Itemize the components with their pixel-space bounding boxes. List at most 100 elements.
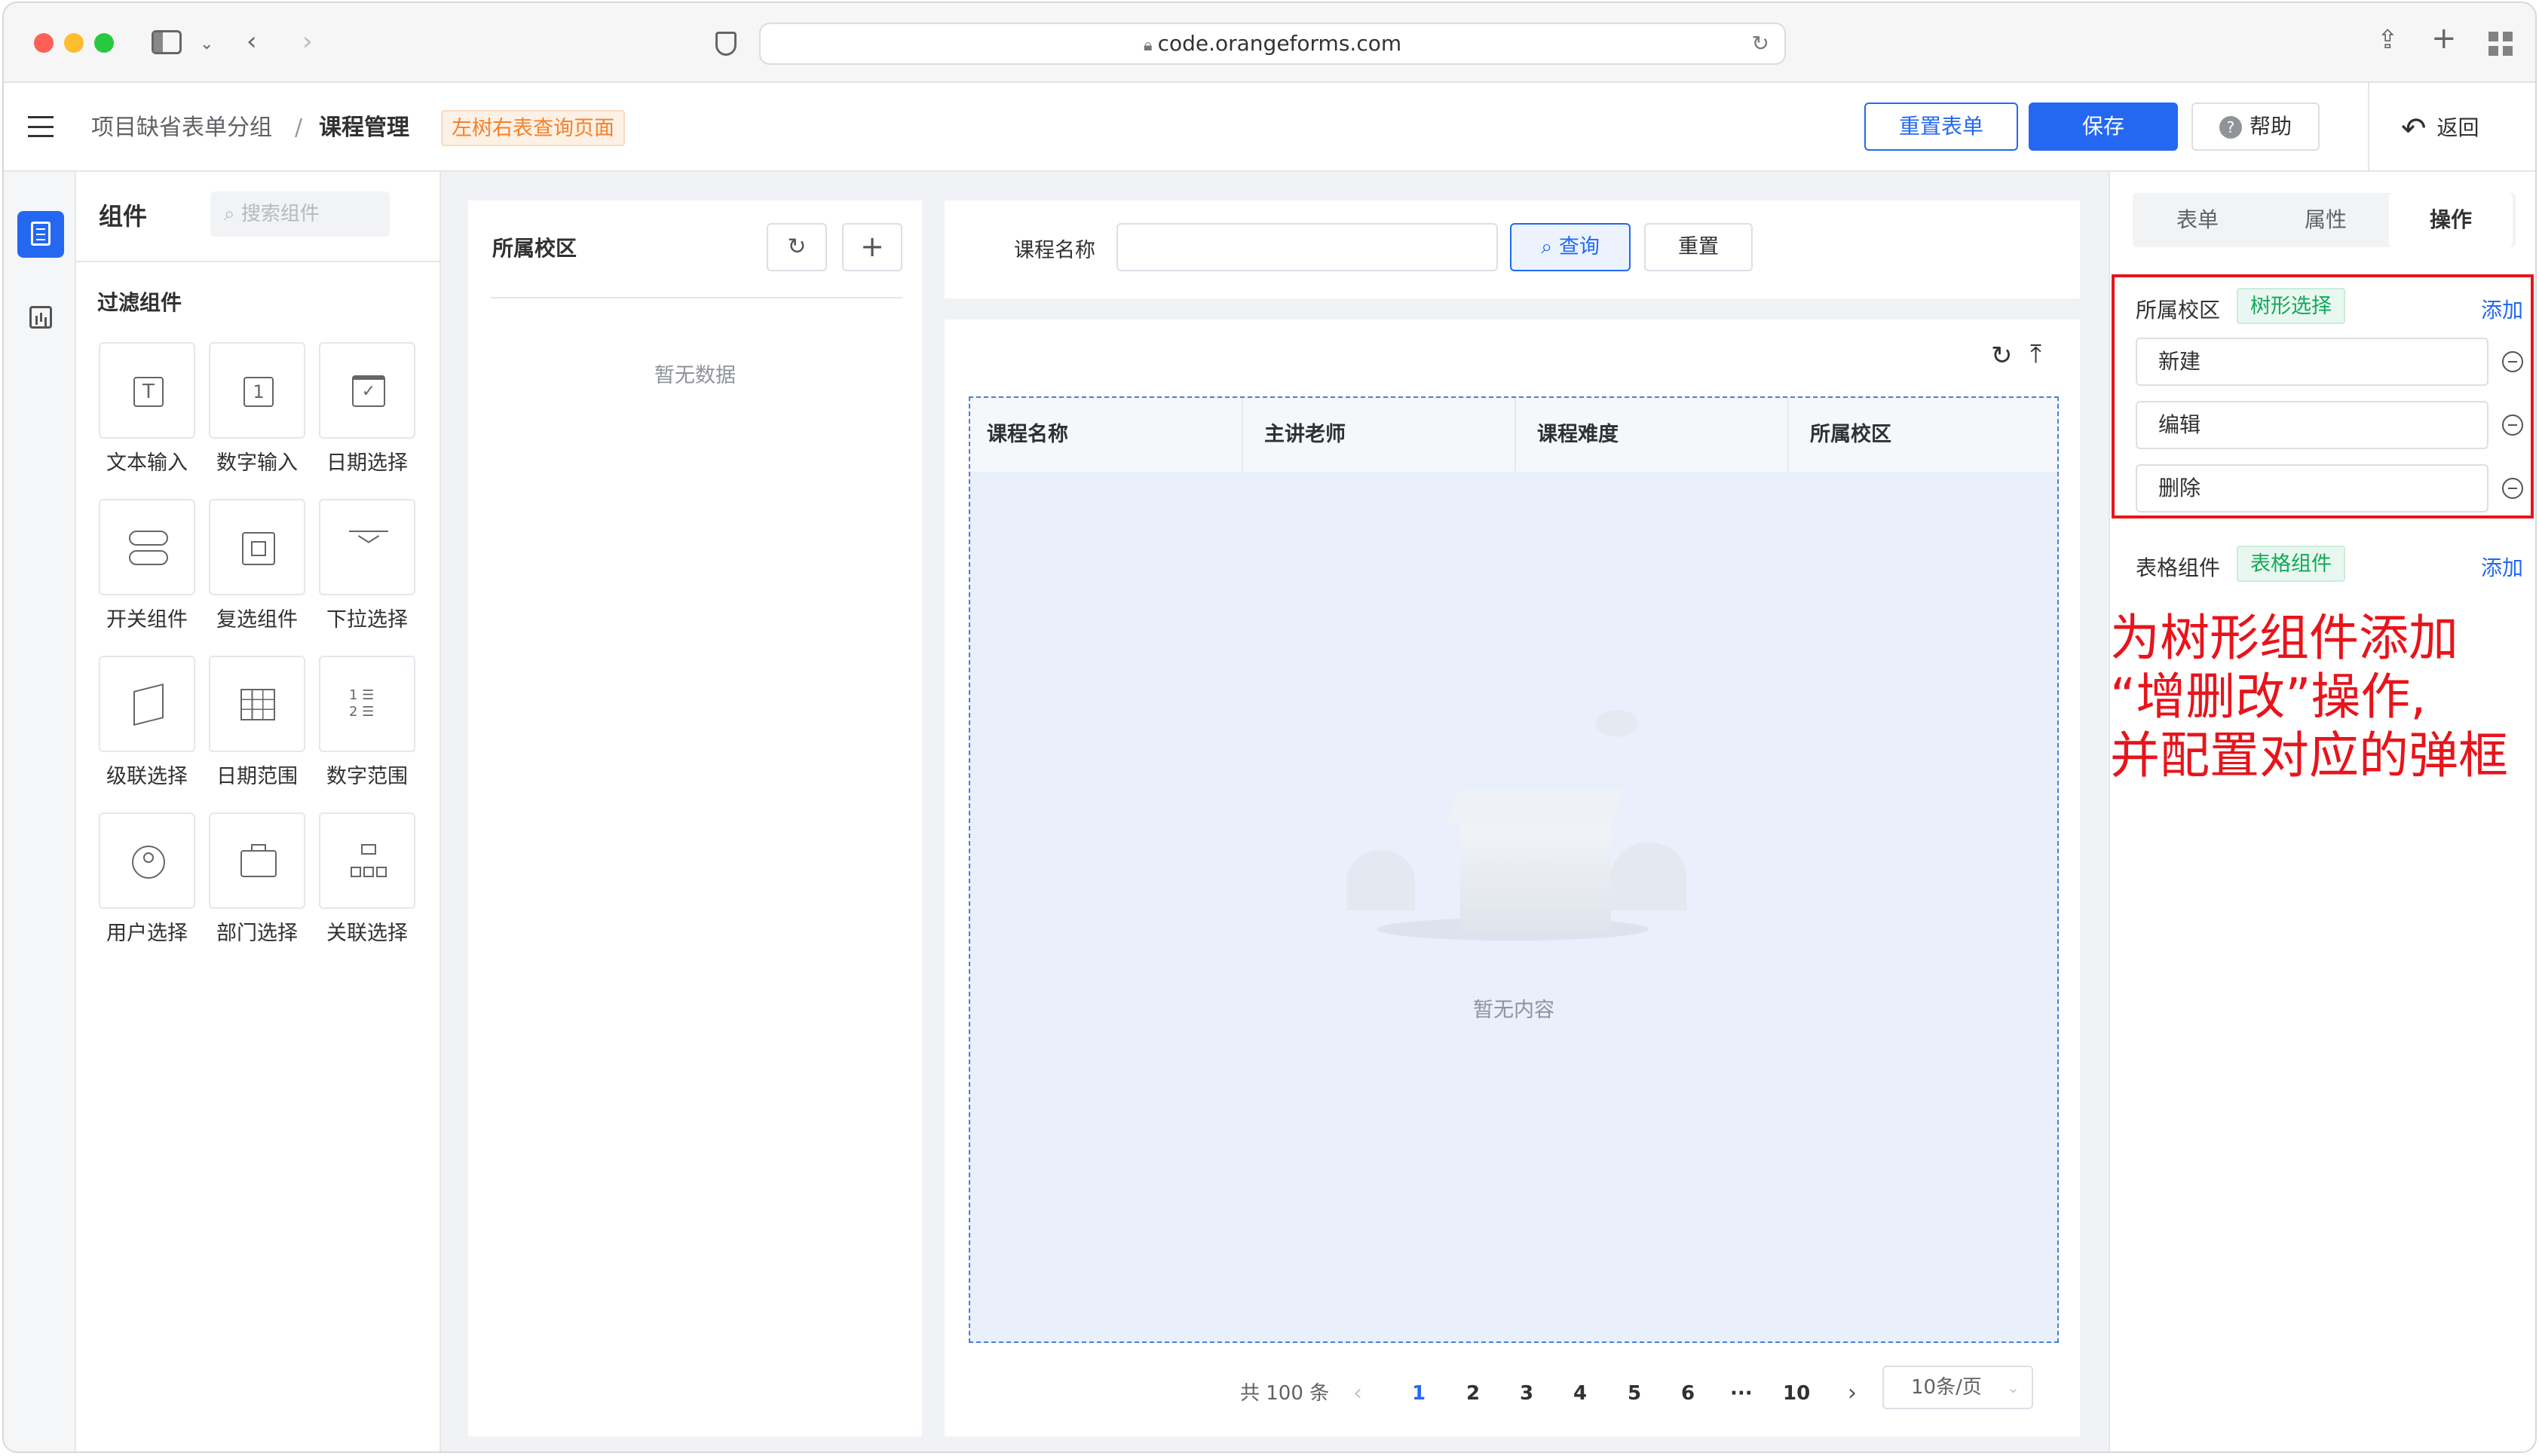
reload-icon[interactable]: ↻ [1752,24,1769,63]
operation-edit[interactable]: 编辑 [2136,401,2488,449]
help-button[interactable]: ? 帮助 [2191,102,2320,151]
date-picker-component[interactable]: ✓ [319,342,415,439]
header-divider [2368,83,2369,170]
pagination-page-3[interactable]: 3 [1520,1378,1533,1409]
number-input-component[interactable]: 1 [209,342,305,439]
pagination-page-10[interactable]: 10 [1783,1378,1810,1409]
chart-components-nav-button[interactable] [17,294,64,341]
share-icon[interactable]: ⇪ [2377,27,2399,53]
remove-circle-icon[interactable] [2502,351,2523,372]
pagination-page-5[interactable]: 5 [1628,1378,1641,1409]
undo-icon: ↶ [2401,112,2427,146]
table-component[interactable]: 课程名称 主讲老师 课程难度 所属校区 暂无内容 [969,396,2059,1343]
reset-button[interactable]: 重置 [1644,223,1753,271]
breadcrumb-current: 课程管理 [319,115,409,141]
operation-delete[interactable]: 删除 [2136,464,2488,512]
tree-divider [491,297,902,298]
breadcrumb-group[interactable]: 项目缺省表单分组 [91,113,272,143]
operation-new[interactable]: 新建 [2136,338,2488,386]
page-size-select[interactable]: 10条/页 ⌄ [1882,1366,2033,1409]
pagination-page-1[interactable]: 1 [1412,1378,1426,1409]
course-name-filter-label: 课程名称 [1014,239,1095,262]
browser-toolbar: ⌄ ‹ › 🔒︎ code.orangeforms.com ↻ ⇪ + [4,3,2535,83]
annotation-line: “增删改”操作, [2110,668,2427,726]
filter-panel: 课程名称 ⌕ 查询 重置 [945,200,2080,298]
app-header: 项目缺省表单分组 / 课程管理 左树右表查询页面 重置表单 保存 ? 帮助 ↶ 返回 [4,83,2535,172]
lock-icon: 🔒︎ [1143,36,1158,55]
component-search-input[interactable]: ⌕ 搜索组件 [210,191,390,237]
reset-form-button[interactable]: 重置表单 [1864,102,2018,151]
zoom-window-button[interactable] [94,33,114,53]
column-header: 所属校区 [1810,423,1891,446]
back-button[interactable]: ↶ 返回 [2401,110,2479,146]
date-range-component[interactable] [209,656,305,752]
component-label: 用户选择 [106,922,188,945]
date-picker-icon: ✓ [352,375,385,407]
minimize-window-button[interactable] [64,33,84,53]
table-empty-text: 暂无内容 [1473,999,1554,1022]
component-label: 文本输入 [106,451,188,475]
tab-form[interactable]: 表单 [2136,193,2259,247]
switch-component[interactable] [99,499,195,595]
annotation-line: 并配置对应的弹框 [2110,726,2508,785]
search-icon: ⌕ [1541,235,1559,258]
course-name-filter-input[interactable] [1116,223,1498,271]
save-button[interactable]: 保存 [2029,102,2178,151]
checkbox-icon [242,532,275,565]
privacy-shield-icon[interactable] [715,32,737,56]
form-components-nav-button[interactable] [17,211,64,258]
tab-overview-icon[interactable] [2488,32,2513,56]
page-size-value: 10条/页 [1911,1376,1982,1399]
pagination-ellipsis[interactable]: ··· [1730,1378,1753,1409]
close-window-button[interactable] [34,33,54,53]
tab-operations[interactable]: 操作 [2389,193,2513,247]
component-label: 复选组件 [216,608,298,632]
forward-arrow-icon[interactable]: › [302,29,313,54]
empty-box-illustration [1325,710,1701,948]
component-label: 数字范围 [326,765,408,788]
relation-select-component[interactable] [319,812,415,909]
chevron-down-icon: ⌄ [2007,1378,2020,1396]
checkbox-component[interactable] [209,499,305,595]
tree-panel[interactable]: 所属校区 ↻ + 暂无数据 [468,200,922,1436]
sidebar-toggle-icon[interactable] [152,30,182,54]
new-tab-icon[interactable]: + [2431,23,2457,54]
query-button[interactable]: ⌕ 查询 [1510,223,1631,271]
dropdown-icon: ﹀ [349,531,388,564]
pagination-next-button[interactable]: › [1848,1378,1857,1409]
document-icon [31,222,51,246]
pagination-prev-button[interactable]: ‹ [1353,1378,1362,1409]
cascader-component[interactable] [99,656,195,752]
text-input-component[interactable]: T [99,342,195,439]
tree-select-tag: 树形选择 [2237,288,2345,324]
tree-add-operation-link[interactable]: 添加 [2481,294,2523,324]
component-label: 关联选择 [326,922,408,945]
back-arrow-icon[interactable]: ‹ [247,29,257,54]
pagination-page-6[interactable]: 6 [1681,1378,1695,1409]
remove-circle-icon[interactable] [2502,478,2523,499]
menu-icon[interactable] [28,116,54,137]
annotation-text: 为树形组件添加 “增删改”操作, 并配置对应的弹框 [2110,609,2535,785]
text-input-icon: T [133,377,164,407]
component-label: 下拉选择 [326,608,408,632]
page-type-tag: 左树右表查询页面 [441,110,625,146]
chevron-down-icon[interactable]: ⌄ [200,32,213,57]
number-range-component[interactable]: 1 ☰ 2 ☰ [319,656,415,752]
tree-refresh-button[interactable]: ↻ [767,223,827,271]
component-label: 数字输入 [216,451,298,475]
column-header: 课程名称 [987,423,1068,446]
dept-select-component[interactable] [209,812,305,909]
remove-circle-icon[interactable] [2502,414,2523,436]
tree-add-button[interactable]: + [842,223,902,271]
export-icon[interactable]: ⤒ [2030,339,2041,369]
dropdown-component[interactable]: ﹀ [319,499,415,595]
table-add-operation-link[interactable]: 添加 [2481,552,2523,582]
annotation-line: 为树形组件添加 [2110,609,2458,667]
refresh-icon[interactable]: ↻ [1991,341,2013,371]
tab-properties[interactable]: 属性 [2264,193,2387,247]
pagination-page-4[interactable]: 4 [1573,1378,1587,1409]
address-bar[interactable]: 🔒︎ code.orangeforms.com ↻ [759,23,1786,65]
user-select-component[interactable] [99,812,195,909]
pagination-page-2[interactable]: 2 [1466,1378,1480,1409]
property-panel: 表单 属性 操作 所属校区 树形选择 添加 新建 编辑 删除 表格组件 表格组件… [2109,172,2535,1451]
